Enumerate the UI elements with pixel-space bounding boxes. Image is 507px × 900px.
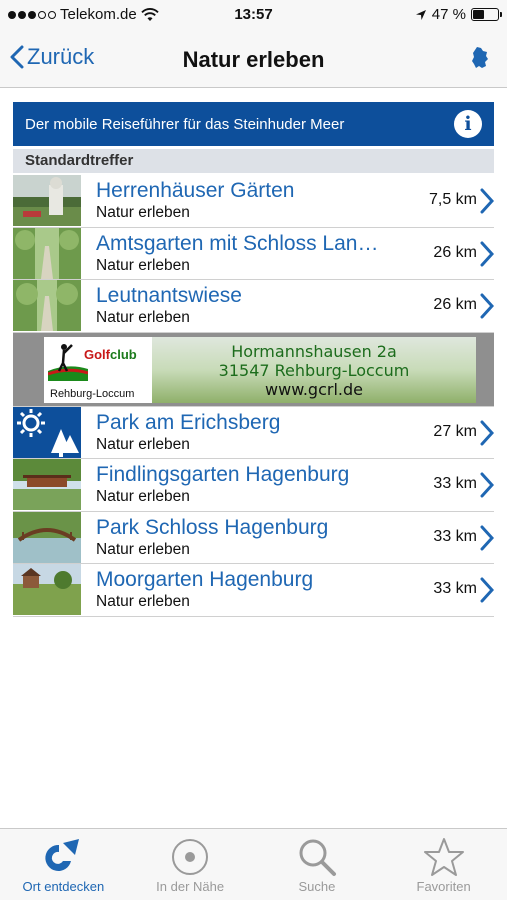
chevron-right-icon: [480, 241, 494, 266]
chevron-right-icon: [480, 420, 494, 445]
banner-text: Der mobile Reiseführer für das Steinhude…: [25, 115, 345, 133]
thumbnail: [13, 459, 81, 510]
thumbnail: [13, 406, 81, 458]
tab-favoriten[interactable]: Favoriten: [380, 829, 507, 900]
thumbnail: [13, 564, 81, 615]
item-category: Natur erleben: [96, 540, 190, 558]
list-item[interactable]: Herrenhäuser Gärten Natur erleben 7,5 km: [13, 175, 494, 228]
list-item[interactable]: Park am Erichsberg Natur erleben 27 km: [13, 406, 494, 459]
advertisement-banner[interactable]: Golfclub Rehburg-Loccum Hormannshausen 2…: [13, 332, 494, 407]
item-distance: 33 km: [433, 527, 477, 545]
page-title: Natur erleben: [182, 47, 325, 72]
region-map-button[interactable]: [471, 46, 489, 75]
tab-in-der-naehe[interactable]: In der Nähe: [127, 829, 254, 900]
item-category: Natur erleben: [96, 593, 190, 610]
results-list: Herrenhäuser Gärten Natur erleben 7,5 km…: [13, 175, 494, 617]
item-distance: 33 km: [433, 580, 477, 597]
item-category: Natur erleben: [96, 309, 190, 326]
logo-place: Rehburg-Loccum: [50, 387, 135, 400]
item-title: Findlingsgarten Hagenburg: [96, 463, 350, 486]
thumbnail: [13, 175, 81, 226]
nearby-icon: [172, 839, 209, 875]
list-item[interactable]: Leutnantswiese Natur erleben 26 km: [13, 280, 494, 333]
item-category: Natur erleben: [96, 488, 190, 505]
item-title: Park Schloss Hagenburg: [96, 515, 329, 539]
item-distance: 33 km: [433, 475, 477, 492]
item-distance: 26 km: [433, 243, 477, 261]
item-title: Park am Erichsberg: [96, 410, 281, 434]
thumbnail: [13, 511, 81, 563]
region-map-icon: [472, 47, 488, 68]
navigation-bar: Zurück Natur erleben: [0, 32, 507, 88]
info-button[interactable]: i: [454, 110, 482, 138]
ad-line-url: www.gcrl.de: [265, 379, 363, 399]
info-banner[interactable]: Der mobile Reiseführer für das Steinhude…: [13, 102, 494, 146]
item-category: Natur erleben: [96, 256, 190, 274]
list-item[interactable]: Findlingsgarten Hagenburg Natur erleben …: [13, 459, 494, 512]
location-arrow-icon: [415, 9, 426, 20]
tab-ort-entdecken[interactable]: Ort entdecken: [0, 829, 127, 900]
chevron-right-icon: [480, 525, 494, 550]
chevron-right-icon: [480, 293, 494, 319]
item-title: Herrenhäuser Gärten: [96, 179, 295, 202]
tab-suche[interactable]: Suche: [254, 829, 381, 900]
item-category: Natur erleben: [96, 204, 190, 221]
golfclub-logo: Golfclub Rehburg-Loccum: [44, 336, 152, 403]
tab-label: Suche: [298, 879, 336, 894]
item-title: Moorgarten Hagenburg: [96, 568, 314, 591]
thumbnail: [13, 280, 81, 331]
battery-percent: 47 %: [431, 6, 466, 23]
logo-text: Golfclub: [84, 346, 137, 362]
ad-address: Hormannshausen 2a 31547 Rehburg-Loccum w…: [152, 336, 476, 403]
list-item[interactable]: Moorgarten Hagenburg Natur erleben 33 km: [13, 564, 494, 617]
app-screen: Telekom.de 13:57 47 % Zurück Natur erleb…: [0, 0, 507, 900]
tab-label: Ort entdecken: [22, 879, 105, 894]
golfer-icon: [48, 343, 88, 381]
item-title: Amtsgarten mit Schloss Lan…: [96, 231, 379, 255]
chevron-right-icon: [480, 472, 494, 498]
status-right: 47 %: [415, 6, 502, 23]
section-header: Standardtreffer: [13, 149, 494, 173]
search-icon: [299, 839, 336, 876]
battery-level: [473, 10, 485, 19]
item-distance: 7,5 km: [428, 191, 477, 208]
list-item[interactable]: Amtsgarten mit Schloss Lan… Natur erlebe…: [13, 227, 494, 280]
battery-icon: [471, 8, 502, 21]
item-distance: 26 km: [433, 296, 477, 313]
discover-icon: [45, 839, 80, 871]
item-distance: 27 km: [433, 422, 477, 440]
item-title: Leutnantswiese: [96, 284, 242, 307]
ad-line-city: 31547 Rehburg-Loccum: [218, 360, 410, 380]
tab-bar: Ort entdecken In der Nähe Suche Favorite…: [0, 828, 507, 900]
ad-content[interactable]: Golfclub Rehburg-Loccum Hormannshausen 2…: [44, 336, 476, 403]
item-category: Natur erleben: [96, 435, 190, 453]
star-icon: [423, 838, 464, 876]
status-bar: Telekom.de 13:57 47 %: [0, 0, 507, 32]
thumbnail: [13, 227, 81, 279]
chevron-right-icon: [480, 577, 494, 603]
ad-line-street: Hormannshausen 2a: [231, 341, 397, 361]
tab-label: Favoriten: [416, 879, 471, 894]
list-item[interactable]: Park Schloss Hagenburg Natur erleben 33 …: [13, 511, 494, 564]
chevron-right-icon: [480, 188, 494, 214]
tab-label: In der Nähe: [156, 879, 225, 894]
sun-trees-icon: [13, 406, 81, 458]
